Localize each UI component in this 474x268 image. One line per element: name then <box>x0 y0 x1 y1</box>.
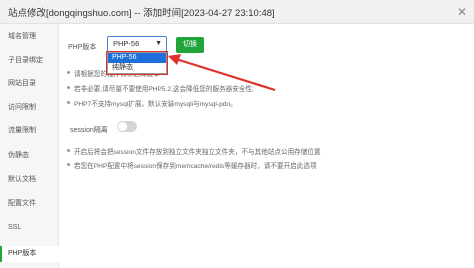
sidebar-item-traffic-limit[interactable]: 流量限制 <box>0 123 59 139</box>
window-titlebar: 站点修改[dongqingshuo.com] -- 添加时间[2023-04-2… <box>0 0 474 24</box>
php-version-label: PHP版本 <box>68 44 97 51</box>
session-isolation-label: session隔离 <box>70 127 108 134</box>
session-isolation-toggle[interactable] <box>117 121 137 132</box>
sidebar-item-php-version[interactable]: PHP版本 <box>0 246 59 262</box>
sidebar-item-subdir[interactable]: 子目录绑定 <box>0 53 59 69</box>
php-note-3: PHP7不支持mysql扩展，默认安装mysqli与mysql-pdo。 <box>67 98 237 108</box>
chevron-down-icon: ▼ <box>155 40 162 47</box>
php-version-dropdown: PHP-56 纯静态 <box>107 52 167 74</box>
toggle-knob <box>118 122 127 131</box>
session-note-1: 开启后将会把session文件存放到独立文件夹独立文件夹，不与其他站点公用存储位… <box>67 146 321 156</box>
php-option-static[interactable]: 纯静态 <box>108 63 166 73</box>
sidebar-item-default-doc[interactable]: 默认文档 <box>0 172 59 188</box>
php-note-2: 若非必要,请尽量不要使用PHP5.2,这会降低您的服务器安全性; <box>67 83 254 93</box>
sidebar-item-config-file[interactable]: 配置文件 <box>0 196 59 212</box>
sidebar-item-domain[interactable]: 域名管理 <box>0 29 59 45</box>
session-note-2: 若您在PHP配置中将session保存到memcache/redis等缓存器时，… <box>67 160 317 170</box>
main-panel: PHP版本 PHP-56 ▼ PHP-56 纯静态 切换 请根据您的程序需求选择… <box>60 24 474 268</box>
sidebar-item-ssl[interactable]: SSL <box>0 220 59 236</box>
php-version-selected: PHP-56 <box>113 39 140 48</box>
sidebar-item-access-limit[interactable]: 访问限制 <box>0 100 59 116</box>
sidebar: 域名管理 子目录绑定 网站目录 访问限制 流量限制 伪静态 默认文档 配置文件 … <box>0 24 59 268</box>
close-icon[interactable]: ✕ <box>450 0 474 24</box>
window-title: 站点修改[dongqingshuo.com] -- 添加时间[2023-04-2… <box>8 7 275 19</box>
sidebar-item-rewrite[interactable]: 伪静态 <box>0 148 59 164</box>
php-option-56[interactable]: PHP-56 <box>108 53 166 63</box>
php-version-select[interactable]: PHP-56 ▼ <box>107 36 167 52</box>
switch-button[interactable]: 切换 <box>176 37 204 53</box>
sidebar-item-site-dir[interactable]: 网站目录 <box>0 76 59 92</box>
